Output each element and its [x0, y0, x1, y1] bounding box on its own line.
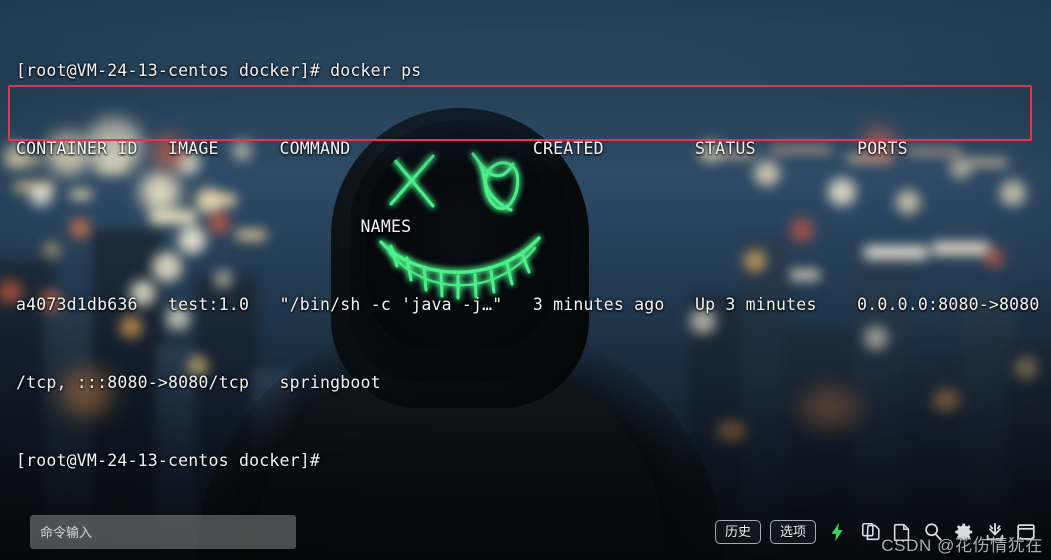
- bottom-toolbar: 历史 选项: [0, 504, 1051, 560]
- terminal-container-row-2: /tcp, :::8080->8080/tcp springboot: [16, 373, 381, 392]
- window-icon[interactable]: [1015, 521, 1037, 543]
- terminal-container-row-1: a4073d1db636 test:1.0 "/bin/sh -c 'java …: [16, 295, 1040, 314]
- search-icon[interactable]: [922, 521, 944, 543]
- download-icon[interactable]: [984, 521, 1006, 543]
- toolbar-right-group: 历史 选项: [714, 520, 1037, 544]
- lightning-bolt-icon[interactable]: [827, 521, 849, 543]
- terminal-app-window: [root@VM-24-13-centos docker]# docker ps…: [0, 0, 1051, 560]
- terminal-prompt-line-2: [root@VM-24-13-centos docker]#: [16, 451, 321, 470]
- copy-icon[interactable]: [860, 521, 882, 543]
- terminal-table-header: CONTAINER ID IMAGE COMMAND CREATED STATU…: [16, 139, 908, 158]
- gear-icon[interactable]: [953, 521, 975, 543]
- options-button[interactable]: 选项: [769, 520, 816, 544]
- history-button[interactable]: 历史: [714, 520, 761, 544]
- paste-icon[interactable]: [891, 521, 913, 543]
- terminal-output-area[interactable]: [root@VM-24-13-centos docker]# docker ps…: [0, 0, 1051, 470]
- command-input[interactable]: [30, 515, 296, 549]
- terminal-prompt-line-1: [root@VM-24-13-centos docker]# docker ps: [16, 61, 422, 80]
- terminal-table-header-cont: NAMES: [16, 217, 412, 236]
